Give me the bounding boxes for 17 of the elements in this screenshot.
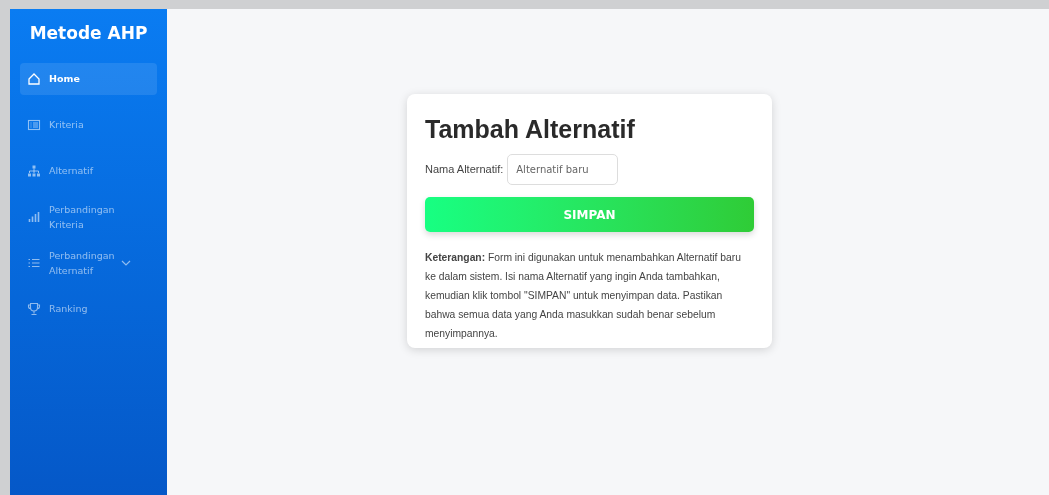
- trophy-icon: [27, 301, 41, 316]
- description-paragraph: Keterangan: Form ini digunakan untuk menambahkan Alternatif baru ke dalam sistem. Isi nama Alternatif yang ingin Anda tambahkan, kemudian klik tombol "SIMPAN" untuk menyimpan data. Pastikan bahwa semua data yang Anda masukkan sudah benar sebelum menyimpannya.: [425, 251, 742, 341]
- form-title: Tambah Alternatif: [425, 114, 636, 144]
- list-card-icon: [27, 117, 41, 132]
- bar-chart-icon: [27, 209, 41, 224]
- sidebar-item[interactable]: Perbandingan Alternatif: [20, 246, 157, 279]
- sidebar-item[interactable]: Ranking: [20, 292, 157, 325]
- hierarchy-icon: [27, 163, 41, 178]
- home-icon: [27, 71, 41, 86]
- sidebar-item[interactable]: Perbandingan Kriteria: [20, 200, 157, 233]
- sidebar-item[interactable]: Alternatif: [20, 154, 157, 187]
- app-title: Metode AHP: [28, 22, 149, 45]
- input-field[interactable]: Alternatif baru: [507, 154, 619, 185]
- sidebar-item[interactable]: Kriteria: [20, 108, 157, 141]
- save-button[interactable]: SIMPAN: [425, 197, 754, 232]
- field-label: Nama Alternatif:: [425, 162, 504, 178]
- sidebar-item[interactable]: Home: [20, 62, 157, 95]
